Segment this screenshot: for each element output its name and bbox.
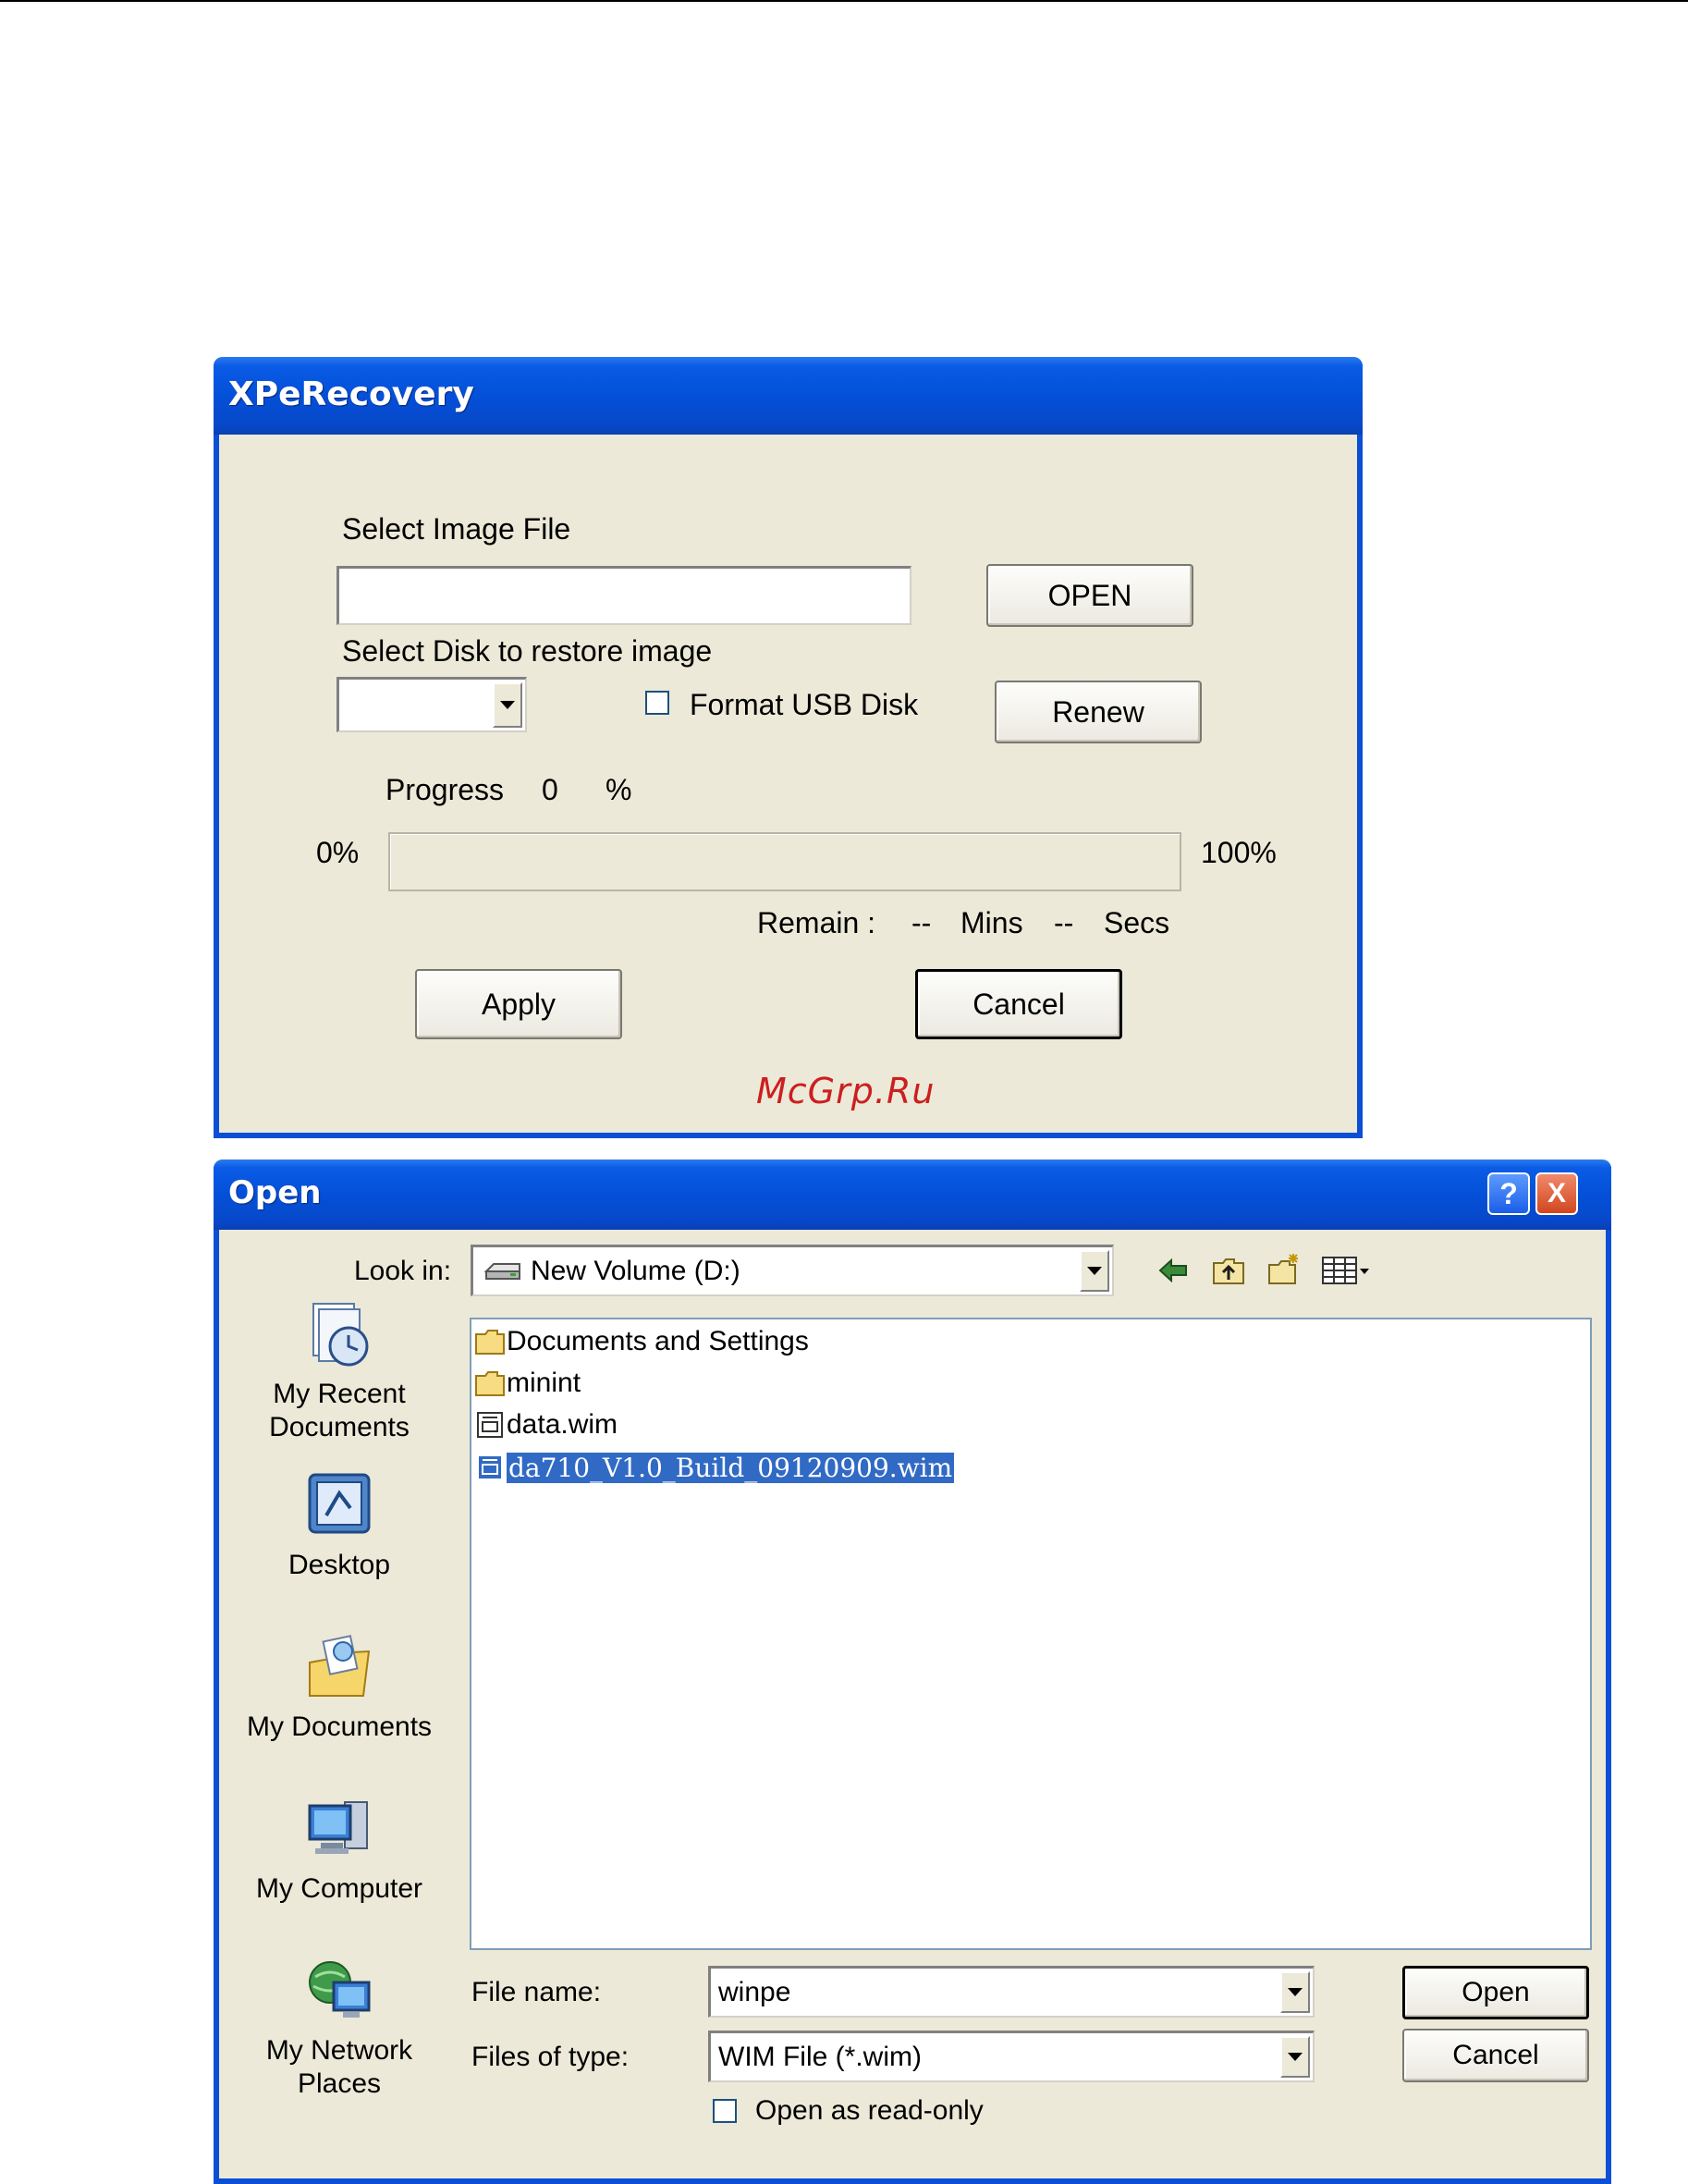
progress-unit: % bbox=[605, 773, 632, 806]
progress-label: Progress bbox=[385, 773, 505, 806]
look-in-value: New Volume (D:) bbox=[531, 1255, 740, 1286]
select-image-label: Select Image File bbox=[342, 512, 571, 546]
list-item[interactable]: da710_V1.0_Build_09120909.wim bbox=[475, 1449, 955, 1486]
folder-icon bbox=[475, 1330, 505, 1355]
look-in-select[interactable]: New Volume (D:) bbox=[471, 1245, 1114, 1296]
place-label: My Computer bbox=[255, 1873, 423, 1904]
format-usb-label[interactable]: Format USB Disk bbox=[690, 688, 918, 722]
dialog-cancel-button[interactable]: Cancel bbox=[1402, 2029, 1589, 2082]
folder-icon bbox=[475, 1371, 505, 1396]
progress-value: 0 bbox=[542, 773, 558, 806]
new-folder-icon[interactable] bbox=[1266, 1252, 1303, 1289]
apply-button[interactable]: Apply bbox=[415, 969, 622, 1039]
place-label: My Documents bbox=[246, 1712, 433, 1742]
range-min-label: 0% bbox=[316, 836, 360, 869]
chevron-down-icon[interactable] bbox=[1280, 2036, 1310, 2078]
files-of-type-label: Files of type: bbox=[471, 2042, 630, 2072]
mins-label: Mins bbox=[960, 906, 1023, 939]
dialog-title: Open bbox=[228, 1174, 322, 1211]
chevron-down-icon[interactable] bbox=[493, 682, 522, 728]
file-name: Documents and Settings bbox=[507, 1326, 809, 1356]
file-name: data.wim bbox=[507, 1409, 618, 1440]
my-documents-icon bbox=[309, 1635, 371, 1697]
file-name-input[interactable]: winpe bbox=[708, 1966, 1315, 2018]
place-label: Desktop bbox=[287, 1550, 391, 1580]
xperecovery-window: XPeRecovery Select Image File OPEN Selec… bbox=[214, 357, 1363, 1138]
wim-file-icon bbox=[477, 1412, 503, 1438]
files-of-type-value: WIM File (*.wim) bbox=[718, 2041, 922, 2072]
close-button[interactable]: X bbox=[1535, 1172, 1578, 1215]
watermark: McGrp.Ru bbox=[756, 1071, 936, 1111]
file-list[interactable]: Documents and Settings minint data.wim d… bbox=[470, 1318, 1592, 1950]
files-of-type-select[interactable]: WIM File (*.wim) bbox=[708, 2031, 1315, 2082]
renew-button[interactable]: Renew bbox=[995, 681, 1202, 743]
desktop-icon bbox=[308, 1473, 371, 1534]
select-disk-label: Select Disk to restore image bbox=[342, 634, 713, 668]
cancel-button[interactable]: Cancel bbox=[915, 969, 1122, 1039]
place-my-computer[interactable]: My Computer bbox=[238, 1793, 441, 1906]
window-title: XPeRecovery bbox=[228, 375, 474, 413]
drive-icon bbox=[483, 1262, 520, 1280]
remain-mins-value: -- bbox=[911, 906, 932, 939]
close-icon: X bbox=[1547, 1178, 1566, 1209]
chevron-down-icon[interactable] bbox=[1280, 1971, 1310, 2013]
place-recent-documents[interactable]: My Recent Documents bbox=[238, 1298, 441, 1444]
network-places-icon bbox=[309, 1961, 371, 2018]
disk-select[interactable] bbox=[336, 677, 527, 732]
up-folder-icon[interactable] bbox=[1210, 1252, 1247, 1289]
place-label: My Recent Documents bbox=[269, 1379, 410, 1442]
page-top-rule bbox=[0, 0, 1688, 2]
remain-label: Remain : bbox=[757, 906, 876, 939]
view-menu-icon[interactable] bbox=[1321, 1252, 1373, 1289]
my-computer-icon bbox=[308, 1801, 368, 1854]
list-item[interactable]: data.wim bbox=[475, 1406, 618, 1443]
secs-label: Secs bbox=[1104, 906, 1170, 939]
wim-file-icon bbox=[477, 1454, 503, 1480]
look-in-label: Look in: bbox=[354, 1256, 452, 1286]
open-image-button[interactable]: OPEN bbox=[986, 564, 1193, 627]
open-dialog-titlebar: Open ? X bbox=[214, 1159, 1611, 1230]
image-path-input[interactable] bbox=[336, 566, 911, 625]
open-button[interactable]: Open bbox=[1402, 1966, 1589, 2019]
read-only-label[interactable]: Open as read-only bbox=[755, 2095, 984, 2127]
xperecovery-titlebar: XPeRecovery bbox=[214, 357, 1363, 435]
help-icon: ? bbox=[1499, 1177, 1518, 1210]
format-usb-checkbox[interactable] bbox=[645, 691, 669, 715]
file-name-label: File name: bbox=[471, 1977, 602, 2007]
place-network-places[interactable]: My Network Places bbox=[238, 1955, 441, 2101]
remain-secs-value: -- bbox=[1054, 906, 1074, 939]
open-dialog: Open ? X Look in: New Volume (D:) My Rec… bbox=[214, 1159, 1611, 2184]
place-label: My Network Places bbox=[265, 2035, 413, 2099]
file-name-value: winpe bbox=[718, 1976, 791, 2007]
chevron-down-icon[interactable] bbox=[1080, 1250, 1109, 1292]
file-name: da710_V1.0_Build_09120909.wim bbox=[507, 1452, 955, 1483]
list-item[interactable]: minint bbox=[475, 1365, 581, 1402]
back-icon[interactable] bbox=[1155, 1252, 1192, 1289]
place-my-documents[interactable]: My Documents bbox=[238, 1631, 441, 1744]
read-only-checkbox[interactable] bbox=[713, 2099, 737, 2123]
list-item[interactable]: Documents and Settings bbox=[475, 1323, 809, 1360]
progress-bar bbox=[388, 832, 1181, 891]
file-name: minint bbox=[507, 1368, 581, 1398]
place-desktop[interactable]: Desktop bbox=[238, 1469, 441, 1582]
range-max-label: 100% bbox=[1201, 836, 1277, 869]
help-button[interactable]: ? bbox=[1487, 1172, 1530, 1215]
recent-documents-icon bbox=[312, 1303, 369, 1367]
